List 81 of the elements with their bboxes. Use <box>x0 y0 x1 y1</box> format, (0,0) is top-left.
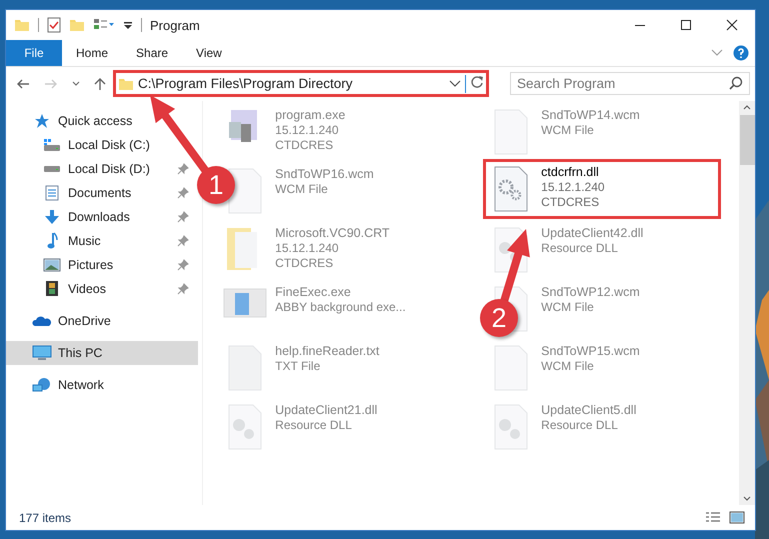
file-detail: TXT File <box>275 358 322 374</box>
window-title: Program <box>150 18 200 32</box>
file-name[interactable]: program.exe <box>275 108 346 123</box>
file-detail: WCM File <box>541 122 595 138</box>
details-view-icon[interactable] <box>705 511 721 524</box>
sidebar-item[interactable]: This PC <box>6 340 198 365</box>
sidebar-item[interactable]: Network <box>6 372 194 397</box>
file-detail: 15.12.1.240 <box>275 122 340 138</box>
file-menu-tab[interactable]: File <box>6 40 62 66</box>
sidebar-item[interactable]: Pictures <box>6 252 194 277</box>
file-detail: 15.12.1.240 <box>541 180 605 195</box>
file-detail: Resource DLL <box>275 418 353 433</box>
file-detail: ABBY background exe... <box>275 300 406 315</box>
drive-icon <box>43 164 61 173</box>
ribbon-tab[interactable]: Share <box>122 40 182 66</box>
pin-icon <box>177 282 189 295</box>
sidebar-item[interactable]: Videos <box>6 276 194 301</box>
file-name[interactable]: UpdateClient42.dll <box>541 226 644 241</box>
maximize-icon[interactable] <box>680 19 692 31</box>
checklist-icon[interactable] <box>47 17 61 33</box>
pin-icon <box>177 258 189 271</box>
search-field[interactable]: Search Program <box>510 72 750 96</box>
pin-icon <box>177 162 189 175</box>
document-icon <box>45 184 59 201</box>
music-note-icon <box>46 232 58 250</box>
drive-icon <box>43 138 61 152</box>
scrollbar-thumb[interactable] <box>740 114 755 165</box>
star-icon <box>34 112 50 129</box>
file-name[interactable]: ctdcrfrn.dll <box>541 164 605 180</box>
pictures-icon <box>43 258 61 272</box>
file-detail: 15.12.1.240 <box>275 240 340 256</box>
file-detail: CTDCRES <box>275 256 334 271</box>
recent-dropdown-icon[interactable] <box>72 80 80 87</box>
sidebar-item[interactable]: Local Disk (C:) <box>6 132 194 157</box>
file-name[interactable]: UpdateClient5.dll <box>541 402 636 418</box>
file-detail: WCM File <box>541 300 595 315</box>
address-field[interactable]: C:\Program Files\Program Directory <box>113 70 489 98</box>
download-icon <box>44 208 60 225</box>
file-detail: WCM File <box>275 182 329 197</box>
sidebar-item[interactable]: Documents <box>6 180 194 205</box>
file-name[interactable]: SndToWP15.wcm <box>541 344 640 359</box>
help-icon[interactable] <box>733 44 749 61</box>
folder-icon <box>14 17 30 33</box>
cloud-icon <box>32 314 52 328</box>
file-detail: CTDCRES <box>275 138 334 153</box>
file-name[interactable]: FineExec.exe <box>275 284 406 300</box>
film-icon <box>45 280 59 298</box>
file-name[interactable]: SndToWP14.wcm <box>541 108 640 123</box>
file-detail: Resource DLL <box>541 240 619 256</box>
item-count: 177 items <box>19 510 72 525</box>
refresh-icon[interactable] <box>470 75 484 90</box>
file-detail: Resource DLL <box>541 418 619 433</box>
new-folder-icon <box>69 17 85 33</box>
ribbon-tab[interactable]: Home <box>62 40 122 66</box>
pin-icon <box>177 210 189 223</box>
sidebar-item[interactable]: Downloads <box>6 204 194 229</box>
close-icon[interactable] <box>726 19 738 31</box>
back-icon[interactable] <box>16 78 30 90</box>
file-name[interactable]: SndToWP12.wcm <box>541 284 640 300</box>
file-name[interactable]: help.fineReader.txt <box>275 344 380 359</box>
sidebar-item[interactable]: Local Disk (D:) <box>6 156 194 181</box>
file-detail: WCM File <box>541 358 595 374</box>
sidebar-item[interactable]: Quick access <box>6 108 194 133</box>
pin-icon <box>177 234 189 247</box>
ribbon-tab[interactable]: View <box>182 40 236 66</box>
chevron-icon[interactable] <box>711 48 723 57</box>
dropdown-icon[interactable] <box>123 19 133 31</box>
sidebar-item[interactable]: OneDrive <box>6 308 194 333</box>
network-icon <box>32 376 52 393</box>
sidebar-item[interactable]: Music <box>6 228 194 253</box>
pin-icon <box>177 186 189 199</box>
properties-icon[interactable] <box>93 18 115 32</box>
search-icon[interactable] <box>729 76 743 90</box>
file-name[interactable]: UpdateClient21.dll <box>275 402 378 418</box>
dropdown-icon[interactable] <box>449 80 461 88</box>
up-icon[interactable] <box>94 76 106 91</box>
large-icons-view-icon[interactable] <box>729 511 745 524</box>
file-name[interactable]: SndToWP16.wcm <box>275 166 374 182</box>
computer-icon <box>32 344 52 361</box>
file-name[interactable]: Microsoft.VC90.CRT <box>275 226 390 241</box>
file-detail: CTDCRES <box>541 194 600 210</box>
